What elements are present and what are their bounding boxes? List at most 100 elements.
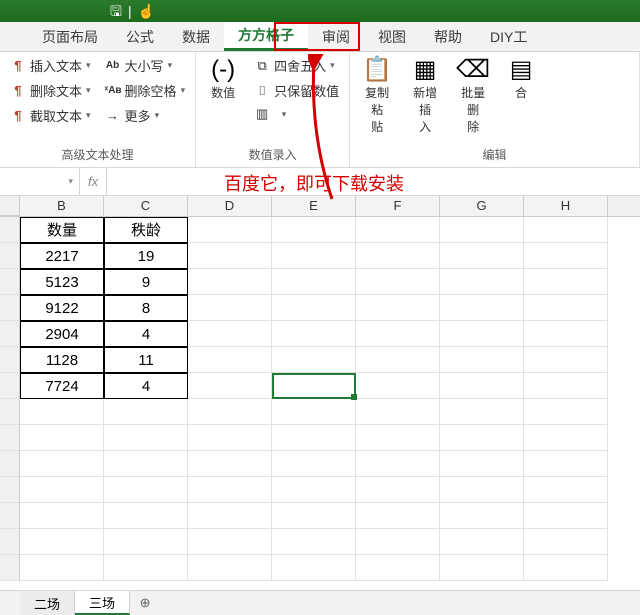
cell[interactable] — [356, 217, 440, 243]
cell[interactable] — [356, 347, 440, 373]
cell[interactable] — [440, 373, 524, 399]
cell[interactable]: 1128 — [20, 347, 104, 373]
cell[interactable] — [272, 529, 356, 555]
cell[interactable] — [356, 555, 440, 581]
cell[interactable] — [440, 217, 524, 243]
cell[interactable] — [272, 269, 356, 295]
cell[interactable] — [272, 295, 356, 321]
cell[interactable] — [356, 321, 440, 347]
cell[interactable] — [104, 477, 188, 503]
select-all-corner[interactable] — [0, 196, 20, 216]
cell[interactable] — [440, 399, 524, 425]
fx-label[interactable]: fx — [80, 168, 107, 195]
cell[interactable] — [188, 477, 272, 503]
cell[interactable]: 7724 — [20, 373, 104, 399]
cell[interactable]: 5123 — [20, 269, 104, 295]
cell[interactable] — [524, 347, 608, 373]
misc-button[interactable]: ▥ ▾ — [254, 106, 339, 122]
tab-data[interactable]: 数据 — [168, 22, 224, 51]
value-button[interactable]: (-) 数值 — [206, 56, 240, 122]
row-header[interactable] — [0, 451, 20, 477]
cell[interactable] — [440, 243, 524, 269]
cell[interactable] — [104, 451, 188, 477]
insert-text-button[interactable]: ¶插入文本▾ — [10, 56, 91, 75]
round-button[interactable]: ⧉四舍五入▾ — [254, 56, 339, 75]
batch-delete-button[interactable]: ⌫批量删 除 — [456, 56, 490, 135]
more-button[interactable]: →更多▾ — [105, 106, 186, 125]
cell[interactable] — [104, 555, 188, 581]
col-header[interactable]: C — [104, 196, 188, 216]
cell[interactable] — [524, 425, 608, 451]
cell[interactable] — [356, 425, 440, 451]
sheet-tab-2[interactable]: 三场 — [75, 591, 130, 615]
cell[interactable] — [356, 477, 440, 503]
cell[interactable] — [104, 503, 188, 529]
cell[interactable] — [440, 269, 524, 295]
cell[interactable] — [356, 503, 440, 529]
add-sheet-button[interactable]: ⊕ — [130, 591, 160, 615]
tab-help[interactable]: 帮助 — [420, 22, 476, 51]
cell[interactable] — [440, 477, 524, 503]
row-header[interactable] — [0, 217, 20, 243]
cell[interactable] — [104, 529, 188, 555]
cell[interactable] — [440, 321, 524, 347]
cell[interactable] — [524, 451, 608, 477]
cell[interactable] — [20, 425, 104, 451]
col-header[interactable]: E — [272, 196, 356, 216]
name-box[interactable]: ▾ — [0, 168, 80, 195]
copy-paste-button[interactable]: 📋复制粘 贴 — [360, 56, 394, 135]
row-header[interactable] — [0, 321, 20, 347]
case-button[interactable]: Ab大小写▾ — [105, 56, 186, 75]
row-header[interactable] — [0, 477, 20, 503]
cell[interactable] — [272, 399, 356, 425]
tab-diy[interactable]: DIY工 — [476, 22, 541, 51]
col-header[interactable]: G — [440, 196, 524, 216]
cell[interactable] — [524, 477, 608, 503]
cell[interactable] — [188, 217, 272, 243]
tab-formulas[interactable]: 公式 — [112, 22, 168, 51]
cell[interactable]: 19 — [104, 243, 188, 269]
delete-space-button[interactable]: ˣAʙ删除空格▾ — [105, 81, 186, 100]
cell[interactable] — [356, 373, 440, 399]
cell[interactable]: 4 — [104, 373, 188, 399]
cell[interactable] — [440, 425, 524, 451]
cell[interactable] — [272, 477, 356, 503]
cell[interactable] — [20, 451, 104, 477]
cell[interactable] — [524, 217, 608, 243]
cell[interactable]: 8 — [104, 295, 188, 321]
cell[interactable] — [356, 243, 440, 269]
cell[interactable] — [356, 399, 440, 425]
tab-view[interactable]: 视图 — [364, 22, 420, 51]
cell[interactable] — [524, 555, 608, 581]
tab-page-layout[interactable]: 页面布局 — [28, 22, 112, 51]
cell[interactable] — [440, 451, 524, 477]
sheet-tab-1[interactable]: 二场 — [20, 591, 75, 615]
cell[interactable] — [524, 373, 608, 399]
cell[interactable] — [188, 243, 272, 269]
cell[interactable] — [188, 425, 272, 451]
keep-numeric-button[interactable]: ⌷只保留数值 — [254, 81, 339, 100]
row-header[interactable] — [0, 425, 20, 451]
cell[interactable] — [272, 347, 356, 373]
merge-button[interactable]: ▤合 — [504, 56, 538, 135]
tab-review[interactable]: 审阅 — [308, 22, 364, 51]
cell[interactable] — [272, 451, 356, 477]
delete-text-button[interactable]: ¶删除文本▾ — [10, 81, 91, 100]
cell[interactable] — [356, 269, 440, 295]
cell[interactable] — [188, 295, 272, 321]
row-header[interactable] — [0, 269, 20, 295]
col-header[interactable]: F — [356, 196, 440, 216]
row-header[interactable] — [0, 347, 20, 373]
cell[interactable] — [524, 269, 608, 295]
cell[interactable] — [524, 503, 608, 529]
cell[interactable] — [440, 529, 524, 555]
cell[interactable] — [188, 503, 272, 529]
row-header[interactable] — [0, 243, 20, 269]
cell[interactable]: 4 — [104, 321, 188, 347]
cell[interactable]: 数量 — [20, 217, 104, 243]
cell[interactable] — [524, 243, 608, 269]
cell[interactable] — [524, 321, 608, 347]
spreadsheet-grid[interactable]: B C D E F G H 数量秩龄2217195123991228290441… — [0, 196, 640, 590]
row-header[interactable] — [0, 295, 20, 321]
row-header[interactable] — [0, 529, 20, 555]
